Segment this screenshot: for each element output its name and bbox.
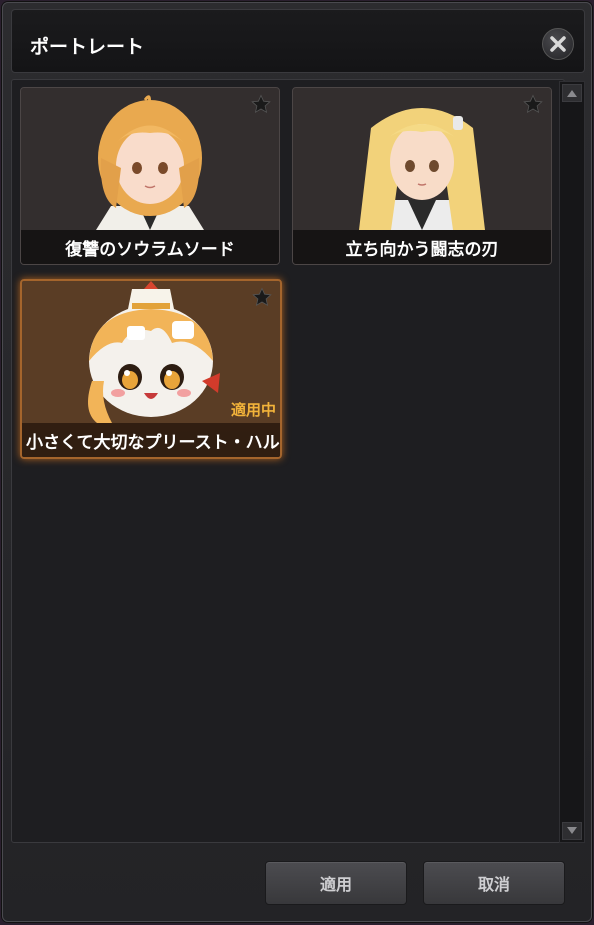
star-icon[interactable] <box>523 94 543 114</box>
portrait-name: 立ち向かう闘志の刃 <box>293 230 551 264</box>
close-button[interactable] <box>542 28 574 60</box>
star-icon[interactable] <box>251 94 271 114</box>
portrait-image <box>293 88 551 230</box>
title-bar: ポートレート <box>11 9 585 73</box>
portrait-grid: 復讐のソウラムソード 立ち向かう闘志の刃 適用中 小さくて大切なプリースト・ハル <box>11 79 565 843</box>
applied-status: 適用中 <box>230 401 276 419</box>
portrait-card[interactable]: 立ち向かう闘志の刃 <box>292 87 552 265</box>
apply-button[interactable]: 適用 <box>265 861 407 905</box>
scrollbar[interactable] <box>559 81 585 843</box>
portrait-name: 小さくて大切なプリースト・ハル <box>22 423 280 457</box>
dialog-title: ポートレート <box>30 36 145 58</box>
close-icon <box>550 36 566 52</box>
portrait-dialog: ポートレート 復讐のソウラムソード 立ち向かう闘志の刃 適用中 小さくて大切なプ… <box>2 2 592 922</box>
arrow-up-icon <box>567 90 577 97</box>
portrait-image <box>21 88 279 230</box>
scroll-down-button[interactable] <box>562 822 582 840</box>
scroll-up-button[interactable] <box>562 84 582 102</box>
cancel-button[interactable]: 取消 <box>423 861 565 905</box>
star-icon[interactable] <box>252 287 272 307</box>
portrait-card[interactable]: 復讐のソウラムソード <box>20 87 280 265</box>
portrait-name: 復讐のソウラムソード <box>21 230 279 264</box>
portrait-card-applied[interactable]: 適用中 小さくて大切なプリースト・ハル <box>20 279 282 459</box>
arrow-down-icon <box>567 827 577 834</box>
